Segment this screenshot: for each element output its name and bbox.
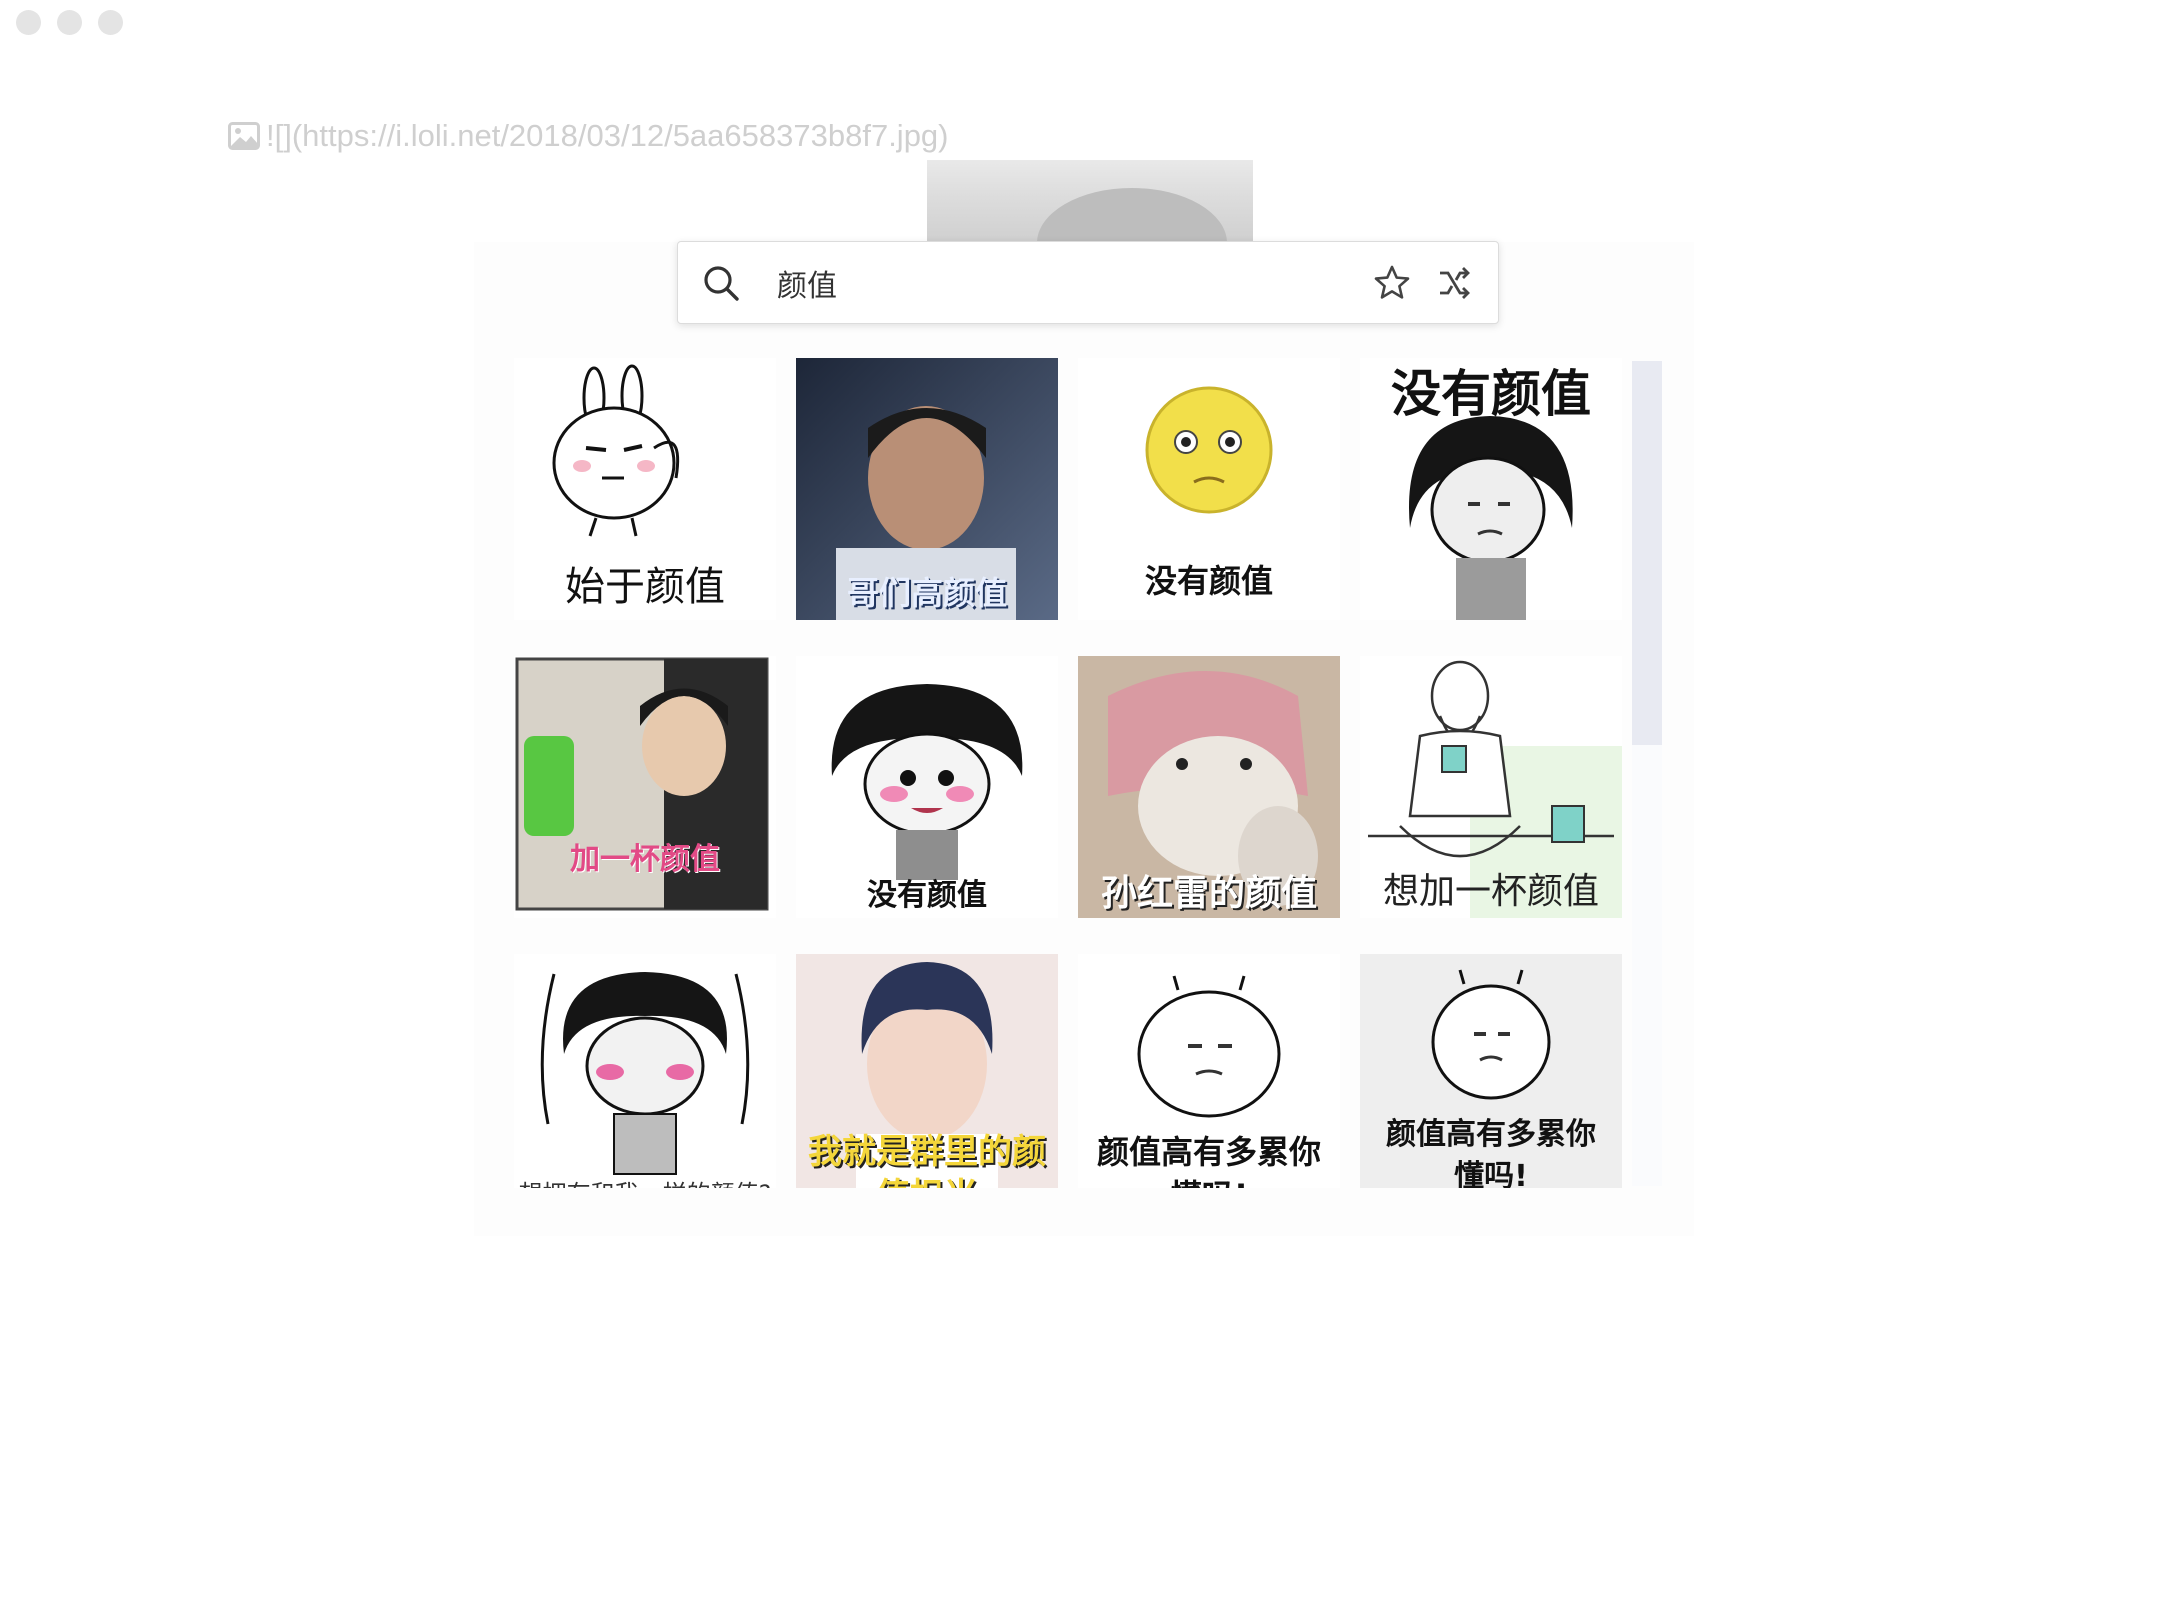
markdown-image-line: ![](https://i.loli.net/2018/03/12/5aa658… bbox=[228, 118, 949, 154]
sticker-item[interactable]: 我就是群里的颜值担当 bbox=[796, 954, 1058, 1188]
sticker-caption: 加一杯颜值 bbox=[570, 842, 720, 877]
sticker-caption: 颜值高有多累你懂吗! bbox=[1096, 1133, 1321, 1188]
sticker-item[interactable]: 颜值高有多累你懂吗! bbox=[1078, 954, 1340, 1188]
sticker-item[interactable]: 没有颜值 bbox=[1360, 358, 1622, 620]
sticker-item[interactable]: 颜值高有多累你懂吗! bbox=[1360, 954, 1622, 1188]
embedded-image-preview bbox=[927, 160, 1253, 244]
sticker-caption: 没有颜值 bbox=[1391, 365, 1591, 423]
minimize-window-button[interactable] bbox=[57, 10, 82, 35]
sticker-caption: 我就是群里的颜值担当 bbox=[808, 1132, 1046, 1188]
sticker-caption: 没有颜值 bbox=[867, 878, 987, 913]
sticker-caption: 颜值高有多累你懂吗! bbox=[1386, 1117, 1596, 1188]
sticker-item[interactable]: 哥们高颜值 bbox=[796, 358, 1058, 620]
search-icon bbox=[704, 265, 739, 301]
random-button[interactable] bbox=[1432, 261, 1476, 305]
sticker-caption: 没有颜值 bbox=[1144, 562, 1273, 600]
close-window-button[interactable] bbox=[16, 10, 41, 35]
sticker-item[interactable]: 没有颜值 bbox=[1078, 358, 1340, 620]
window-controls bbox=[16, 10, 123, 35]
search-bar bbox=[677, 241, 1499, 324]
boy-photo-sticker-image bbox=[514, 656, 776, 918]
favorite-button[interactable] bbox=[1370, 261, 1414, 305]
sticker-caption: 想拥有和我一样的颜值? bbox=[514, 1174, 776, 1188]
sticker-caption: 孙红雷的颜值 bbox=[1100, 873, 1317, 914]
sticker-item[interactable]: 没有颜值 bbox=[796, 656, 1058, 918]
sticker-item[interactable]: 想加一杯颜值 bbox=[1360, 656, 1622, 918]
image-icon bbox=[228, 122, 260, 150]
shuffle-icon bbox=[1440, 266, 1470, 299]
sticker-grid: 始于颜值 哥们高颜值 没有颜值 没有颜值 加一杯颜值 没有颜值 孙红雷的颜值 想… bbox=[514, 358, 1664, 1188]
zoom-window-button[interactable] bbox=[98, 10, 123, 35]
sticker-item[interactable]: 加一杯颜值 bbox=[514, 656, 776, 918]
sticker-item[interactable]: 始于颜值 bbox=[514, 358, 776, 620]
pigtail-girl-sticker-image bbox=[514, 954, 776, 1188]
sticker-item[interactable]: 孙红雷的颜值 bbox=[1078, 656, 1340, 918]
sticker-item[interactable]: 想拥有和我一样的颜值? bbox=[514, 954, 776, 1188]
scrollbar-thumb[interactable] bbox=[1632, 361, 1662, 745]
star-icon bbox=[1374, 265, 1410, 299]
sticker-caption: 哥们高颜值 bbox=[846, 574, 1007, 612]
search-input[interactable] bbox=[777, 252, 1370, 313]
sticker-caption: 始于颜值 bbox=[565, 564, 725, 610]
markdown-image-text[interactable]: ![](https://i.loli.net/2018/03/12/5aa658… bbox=[266, 118, 949, 154]
sticker-caption: 想加一杯颜值 bbox=[1382, 871, 1599, 912]
